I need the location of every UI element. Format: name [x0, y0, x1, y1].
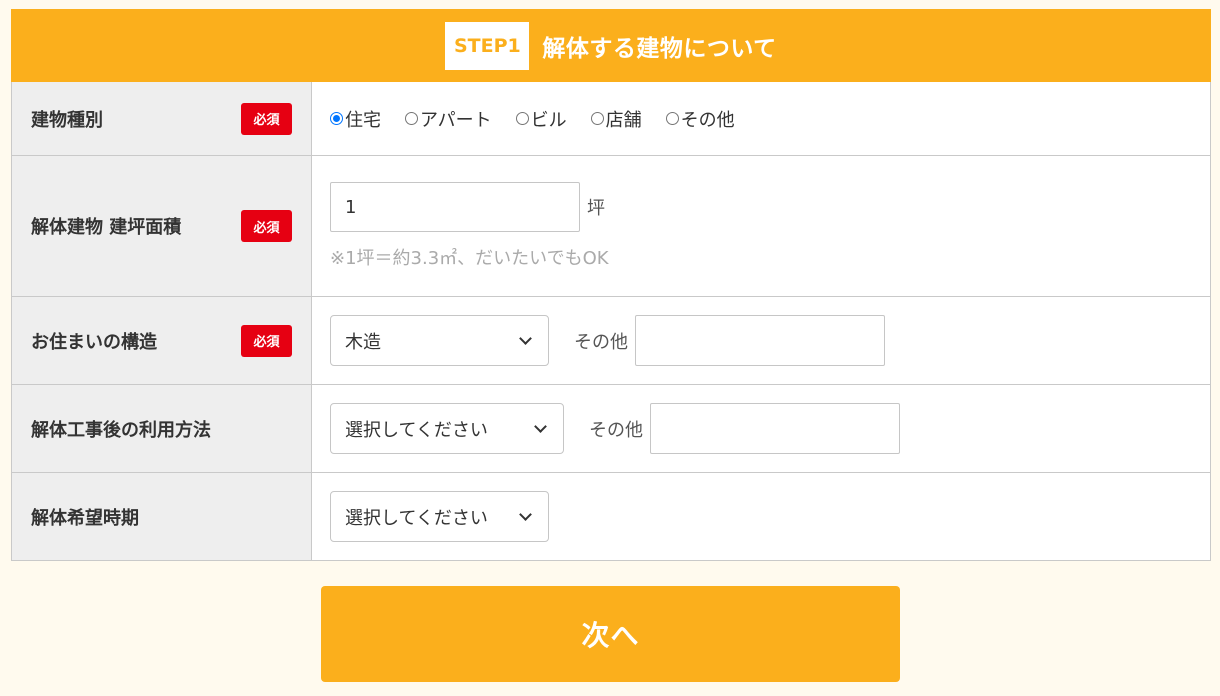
- label-cell: 解体工事後の利用方法: [12, 385, 312, 472]
- usage-after-select-value: 選択してください: [345, 419, 488, 441]
- label-cell: 解体建物 建坪面積 必須: [12, 156, 312, 296]
- next-button[interactable]: 次へ: [321, 586, 900, 682]
- row-usage-after: 解体工事後の利用方法 選択してください その他: [12, 384, 1210, 472]
- radio-store-label: 店舗: [605, 109, 642, 131]
- usage-after-label: 解体工事後の利用方法: [31, 419, 211, 441]
- chevron-down-icon: [534, 419, 547, 433]
- label-cell: 解体希望時期: [12, 473, 312, 560]
- radio-building-button[interactable]: [515, 112, 529, 125]
- radio-house[interactable]: 住宅: [330, 106, 381, 132]
- structure-other-label: その他: [574, 331, 628, 353]
- radio-store[interactable]: 店舗: [590, 106, 642, 132]
- radio-house-button[interactable]: [330, 112, 343, 125]
- label-cell: お住まいの構造 必須: [12, 297, 312, 384]
- timing-select-value: 選択してください: [345, 507, 488, 529]
- step-header: STEP1 解体する建物について: [11, 9, 1211, 82]
- radio-house-label: 住宅: [345, 109, 381, 131]
- radio-building[interactable]: ビル: [515, 106, 567, 132]
- radio-other-button[interactable]: [665, 112, 679, 125]
- floor-area-input[interactable]: [330, 182, 580, 232]
- usage-after-select[interactable]: 選択してください: [330, 403, 564, 454]
- structure-select[interactable]: 木造: [330, 315, 549, 366]
- building-type-label: 建物種別: [31, 109, 103, 131]
- radio-apartment-button[interactable]: [405, 112, 418, 125]
- chevron-down-icon: [519, 507, 532, 521]
- floor-area-note: ※1坪＝約3.3㎡、だいたいでもOK: [330, 248, 609, 269]
- row-floor-area: 解体建物 建坪面積 必須 坪 ※1坪＝約3.3㎡、だいたいでもOK: [12, 155, 1210, 296]
- value-cell: 選択してください: [312, 473, 1210, 560]
- floor-area-label: 解体建物 建坪面積: [31, 217, 182, 238]
- radio-apartment-label: アパート: [420, 109, 492, 131]
- radio-building-label: ビル: [530, 109, 567, 131]
- radio-other[interactable]: その他: [665, 106, 735, 132]
- value-cell: 坪 ※1坪＝約3.3㎡、だいたいでもOK: [312, 156, 1210, 296]
- value-cell: 選択してください その他: [312, 385, 1210, 472]
- required-badge: 必須: [241, 324, 292, 357]
- radio-apartment[interactable]: アパート: [405, 106, 492, 132]
- timing-label: 解体希望時期: [31, 507, 139, 529]
- value-cell: 木造 その他: [312, 297, 1210, 384]
- radio-other-label: その他: [680, 109, 735, 131]
- building-type-radio-group: 住宅 アパート ビル 店舗 その他: [330, 106, 759, 132]
- required-badge: 必須: [241, 210, 292, 242]
- usage-other-label: その他: [589, 419, 643, 441]
- radio-store-button[interactable]: [590, 112, 604, 125]
- tsubo-unit: 坪: [587, 198, 605, 219]
- step1-form: STEP1 解体する建物について 建物種別 必須 住宅 アパート ビル 店舗 そ…: [11, 9, 1211, 561]
- row-structure: お住まいの構造 必須 木造 その他: [12, 296, 1210, 384]
- floor-area-line: 坪: [330, 182, 605, 232]
- label-cell: 建物種別 必須: [12, 82, 312, 155]
- timing-select[interactable]: 選択してください: [330, 491, 549, 542]
- value-cell: 住宅 アパート ビル 店舗 その他: [312, 82, 1210, 155]
- usage-other-input[interactable]: [650, 403, 900, 454]
- step-badge: STEP1: [445, 21, 530, 70]
- row-building-type: 建物種別 必須 住宅 アパート ビル 店舗 その他: [12, 82, 1210, 155]
- structure-other-input[interactable]: [635, 315, 885, 366]
- chevron-down-icon: [519, 331, 532, 345]
- form-table: 建物種別 必須 住宅 アパート ビル 店舗 その他 解体建物 建坪面積 必須 1…: [11, 82, 1211, 561]
- structure-label: お住まいの構造: [31, 331, 157, 353]
- row-timing: 解体希望時期 選択してください: [12, 472, 1210, 560]
- step-title: 解体する建物について: [542, 35, 777, 62]
- structure-select-value: 木造: [345, 331, 381, 353]
- required-badge: 必須: [241, 102, 292, 135]
